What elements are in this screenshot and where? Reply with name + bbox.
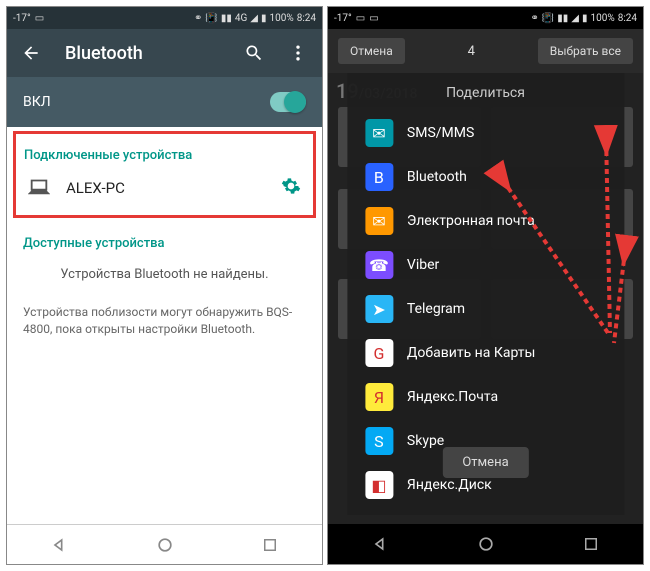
app-label: SMS/MMS (407, 125, 474, 141)
nav-recent-icon[interactable] (579, 532, 603, 556)
app-label: Telegram (407, 301, 465, 317)
signal-icon: ▮▮ (221, 13, 232, 24)
app-label: Электронная почта (407, 213, 535, 229)
clock: 8:24 (618, 13, 637, 24)
app-icon: S (365, 427, 393, 455)
share-item-электронная-почта[interactable]: ✉ Электронная почта (347, 199, 624, 243)
app-label: Яндекс.Диск (407, 477, 492, 493)
app-icon: Я (365, 383, 393, 411)
app-icon: ✉ (365, 207, 393, 235)
app-label: Яндекс.Почта (407, 389, 498, 405)
available-header: Доступные устройства (7, 222, 322, 257)
overflow-icon[interactable] (288, 43, 308, 63)
paired-header: Подключенные устройства (24, 138, 305, 169)
share-item-добавить-на-карты[interactable]: G Добавить на Карты (347, 331, 624, 375)
battery-icon: ▮ (261, 13, 267, 24)
vibrate-icon: 📳 (542, 13, 554, 24)
share-item-telegram[interactable]: ➤ Telegram (347, 287, 624, 331)
selectall-button[interactable]: Выбрать все (538, 38, 633, 64)
share-cancel-button[interactable]: Отмена (442, 447, 528, 478)
appbar: Bluetooth (7, 29, 322, 77)
left-phone: -17° ▭ ⚭ 📳 ▮▮ 4G ◢ ▮ 100% 8:24 Bluetooth… (6, 6, 323, 565)
bluetooth-icon: ⚭ (194, 13, 202, 24)
battery-icon: ▮ (582, 13, 588, 24)
app-icon: B (365, 163, 393, 191)
toggle-switch[interactable] (270, 92, 306, 112)
share-item-яндекс-почта[interactable]: Я Яндекс.Почта (347, 375, 624, 419)
nav-bar (7, 524, 322, 564)
status-bar: -17° ▭ ⚭ 📳 ▮▮ 4G ◢ ▮ 100% 8:24 (7, 7, 322, 29)
toggle-label: ВКЛ (23, 94, 51, 110)
hint-text: Устройства поблизости могут обнаружить B… (7, 292, 322, 350)
status-chat-icon: ▭ (35, 13, 44, 24)
share-item-bluetooth[interactable]: B Bluetooth (347, 155, 624, 199)
wifi-icon: ◢ (250, 13, 258, 24)
battery-pct: 100% (591, 13, 615, 24)
content-area: Подключенные устройства ALEX-PC Доступны… (7, 127, 322, 524)
app-label: Skype (407, 433, 444, 449)
status-4g: 4G (235, 13, 247, 24)
device-name: ALEX-PC (66, 179, 265, 197)
app-icon: ◧ (365, 471, 393, 499)
clock: 8:24 (297, 13, 316, 24)
share-item-viber[interactable]: ☎ Viber (347, 243, 624, 287)
app-icon: ☎ (365, 251, 393, 279)
device-settings-icon[interactable] (281, 176, 301, 201)
status-bar: -17° ▭ ▭ ⚭ 📳 ▮▮ ◢ ▮ 100% 8:24 (328, 7, 643, 29)
bluetooth-toggle-row[interactable]: ВКЛ (7, 77, 322, 127)
app-label: Bluetooth (407, 169, 467, 185)
wifi-icon: ◢ (571, 13, 579, 24)
page-title: Bluetooth (65, 43, 220, 64)
nav-back-icon[interactable] (369, 532, 393, 556)
cancel-button[interactable]: Отмена (338, 38, 405, 64)
highlight-annotation: Подключенные устройства ALEX-PC (13, 131, 316, 218)
nav-bar (328, 524, 643, 564)
app-icon: G (365, 339, 393, 367)
nav-home-icon[interactable] (153, 533, 177, 557)
paired-device-row[interactable]: ALEX-PC (24, 169, 305, 207)
notfound-text: Устройства Bluetooth не найдены. (7, 257, 322, 292)
vibrate-icon: 📳 (205, 13, 217, 24)
nav-home-icon[interactable] (474, 532, 498, 556)
app-icon: ➤ (365, 295, 393, 323)
bluetooth-icon: ⚭ (530, 13, 538, 24)
right-phone: -17° ▭ ▭ ⚭ 📳 ▮▮ ◢ ▮ 100% 8:24 Отмена 4 В… (327, 6, 644, 565)
app-label: Viber (407, 257, 439, 273)
status-chat-icon: ▭ (356, 13, 365, 24)
search-icon[interactable] (244, 43, 264, 63)
app-icon: ✉ (365, 119, 393, 147)
laptop-icon (28, 175, 50, 201)
share-title: Поделиться (347, 81, 624, 111)
battery-pct: 100% (270, 13, 294, 24)
nav-recent-icon[interactable] (258, 533, 282, 557)
selection-toolbar: Отмена 4 Выбрать все (328, 29, 643, 73)
status-notif-icon: ▭ (369, 13, 378, 24)
status-temp: -17° (13, 13, 31, 24)
back-arrow-icon[interactable] (21, 43, 41, 63)
signal-icon: ▮▮ (557, 13, 568, 24)
status-temp: -17° (334, 13, 352, 24)
selection-count: 4 (468, 44, 475, 59)
app-label: Добавить на Карты (407, 345, 535, 361)
gallery-background: 19/03/2018 Поделиться ✉SMS/MMSBBluetooth… (328, 73, 643, 524)
share-item-sms-mms[interactable]: ✉ SMS/MMS (347, 111, 624, 155)
nav-back-icon[interactable] (48, 533, 72, 557)
